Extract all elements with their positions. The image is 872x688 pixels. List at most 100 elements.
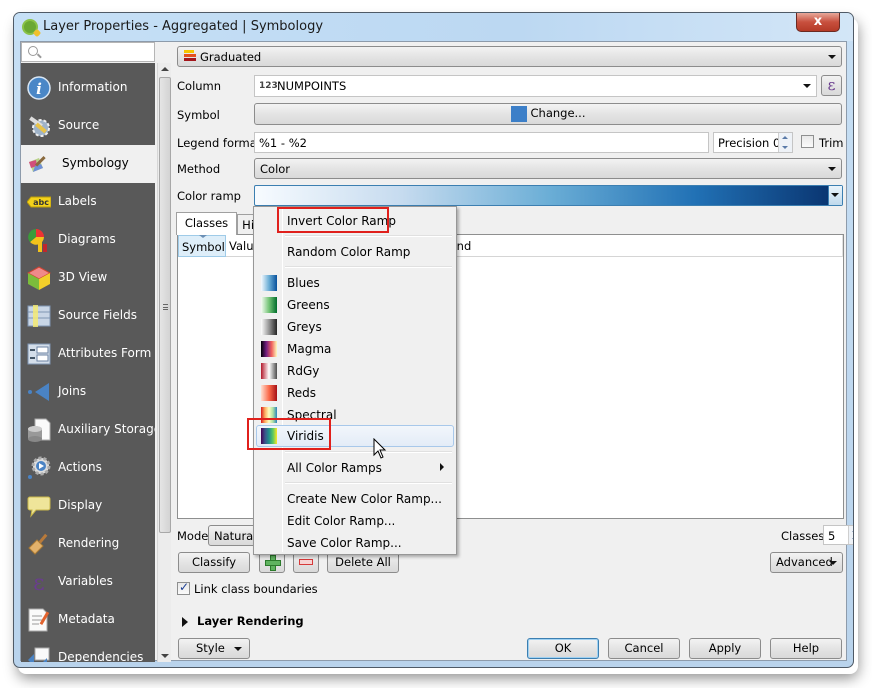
column-label: Column — [177, 79, 222, 93]
sidebar-item-auxiliary-storage[interactable]: Auxiliary Storage — [21, 411, 155, 449]
sidebar-item-labels[interactable]: abc Labels — [21, 183, 155, 221]
symbol-color-swatch — [510, 105, 527, 122]
remove-class-button[interactable] — [293, 552, 319, 573]
menu-item-ramp-greens[interactable]: Greens — [256, 294, 454, 316]
sidebar-item-label: Display — [58, 498, 103, 512]
sidebar-scrollbar[interactable] — [157, 63, 171, 662]
help-button[interactable]: Help — [770, 638, 842, 659]
menu-item-random-color-ramp[interactable]: Random Color Ramp — [256, 241, 454, 263]
menu-item-create-new-color-ramp[interactable]: Create New Color Ramp... — [256, 488, 454, 510]
layer-rendering-section[interactable]: Layer Rendering — [197, 614, 304, 628]
menu-item-ramp-magma[interactable]: Magma — [256, 338, 454, 360]
sidebar-item-actions[interactable]: Actions — [21, 449, 155, 487]
link-boundaries-checkbox[interactable] — [177, 580, 190, 595]
sidebar-item-information[interactable]: i Information — [21, 69, 155, 107]
sidebar-item-joins[interactable]: Joins — [21, 373, 155, 411]
close-button[interactable]: x — [796, 13, 840, 32]
column-header-legend[interactable]: Legend — [426, 235, 843, 257]
ramp-swatch-icon — [261, 297, 277, 313]
sidebar-item-attributes-form[interactable]: Attributes Form — [21, 335, 155, 373]
sidebar-item-label: Labels — [58, 194, 97, 208]
menu-item-ramp-rdgy[interactable]: RdGy — [256, 360, 454, 382]
menu-item-ramp-greys[interactable]: Greys — [256, 316, 454, 338]
menu-separator — [285, 266, 452, 268]
symbol-change-label: Change... — [530, 106, 586, 120]
chevron-down-icon — [831, 193, 839, 197]
epsilon-icon: ε — [33, 571, 44, 594]
trim-checkbox[interactable] — [801, 135, 814, 148]
document-pen-icon — [28, 608, 50, 632]
chevron-down-icon — [829, 561, 837, 565]
symbol-change-button[interactable]: Change... — [254, 103, 842, 125]
method-select[interactable]: Color — [254, 158, 842, 179]
legend-format-input[interactable]: %1 - %2 — [254, 132, 709, 153]
sidebar-item-rendering[interactable]: Rendering — [21, 525, 155, 563]
expand-triangle-icon[interactable] — [182, 617, 188, 627]
svg-text:abc: abc — [33, 198, 49, 207]
color-ramp-label: Color ramp — [177, 189, 241, 203]
sidebar-item-variables[interactable]: ε Variables — [21, 563, 155, 601]
spin-arrows-icon[interactable] — [848, 526, 853, 544]
legend-format-label: Legend format — [177, 136, 262, 150]
gear-play-icon — [28, 456, 51, 479]
sidebar-item-source[interactable]: Source — [21, 107, 155, 145]
sidebar-item-label: Source — [58, 118, 100, 132]
column-select[interactable]: 123 NUMPOINTS — [254, 75, 817, 97]
apply-button[interactable]: Apply — [689, 638, 761, 659]
scroll-down-arrow-icon[interactable] — [161, 654, 169, 658]
submenu-arrow-icon — [440, 463, 444, 471]
join-icon — [28, 383, 49, 401]
mouse-cursor-icon — [373, 438, 387, 459]
menu-item-ramp-reds[interactable]: Reds — [256, 382, 454, 404]
spin-arrows-icon[interactable] — [778, 133, 792, 152]
add-class-button[interactable] — [259, 552, 285, 573]
trim-label: Trim — [819, 136, 844, 150]
sidebar-item-source-fields[interactable]: Source Fields — [21, 297, 155, 335]
minus-icon — [299, 559, 313, 565]
method-label: Method — [177, 162, 221, 176]
sidebar-search-input[interactable] — [21, 42, 155, 62]
menu-item-ramp-blues[interactable]: Blues — [256, 272, 454, 294]
sidebar: i Information Source Symbology abc Label… — [21, 63, 155, 662]
chevron-down-icon — [828, 55, 836, 59]
delete-all-button[interactable]: Delete All — [327, 552, 399, 573]
form-icon — [27, 343, 51, 365]
ok-button[interactable]: OK — [527, 638, 599, 659]
sidebar-item-symbology[interactable]: Symbology — [21, 145, 155, 183]
classes-spinbox[interactable]: 5 — [823, 525, 853, 545]
title-bar[interactable]: Layer Properties - Aggregated | Symbolog… — [14, 13, 853, 41]
dependencies-icon — [28, 647, 50, 662]
cancel-button[interactable]: Cancel — [608, 638, 680, 659]
database-icon — [28, 418, 51, 442]
advanced-button[interactable]: Advanced — [770, 552, 843, 573]
sidebar-item-dependencies[interactable]: Dependencies — [21, 639, 155, 662]
style-button[interactable]: Style — [178, 638, 250, 659]
expression-button[interactable]: ε — [821, 75, 842, 96]
sidebar-item-3d-view[interactable]: 3D View — [21, 259, 155, 297]
menu-separator — [285, 482, 452, 484]
scroll-up-arrow-icon[interactable] — [161, 67, 169, 71]
sidebar-item-display[interactable]: Display — [21, 487, 155, 525]
sidebar-item-label: Variables — [58, 574, 113, 588]
color-ramp-button[interactable] — [254, 185, 843, 206]
renderer-select[interactable]: Graduated — [177, 46, 842, 67]
menu-item-all-color-ramps[interactable]: All Color Ramps — [256, 457, 454, 479]
menu-item-edit-color-ramp[interactable]: Edit Color Ramp... — [256, 510, 454, 532]
menu-item-save-color-ramp[interactable]: Save Color Ramp... — [256, 532, 454, 554]
ramp-swatch-icon — [261, 363, 277, 379]
sidebar-item-diagrams[interactable]: Diagrams — [21, 221, 155, 259]
graduated-renderer-icon — [184, 50, 196, 62]
color-ramp-menu: Invert Color Ramp Random Color Ramp Blue… — [253, 206, 457, 555]
mode-label: Mode — [177, 529, 209, 543]
color-ramp-dropdown-button[interactable] — [828, 186, 842, 205]
classify-button[interactable]: Classify — [178, 552, 250, 573]
scrollbar-thumb[interactable] — [159, 77, 171, 533]
column-header-symbol[interactable]: Symbol — [178, 235, 226, 257]
link-boundaries-label: Link class boundaries — [194, 582, 318, 596]
tab-classes[interactable]: Classes — [176, 212, 237, 235]
sidebar-item-metadata[interactable]: Metadata — [21, 601, 155, 639]
precision-spinbox[interactable]: Precision 0 — [713, 132, 793, 153]
search-icon — [28, 46, 38, 56]
legend-format-value: %1 - %2 — [259, 136, 307, 150]
ramp-swatch-icon — [261, 319, 277, 335]
